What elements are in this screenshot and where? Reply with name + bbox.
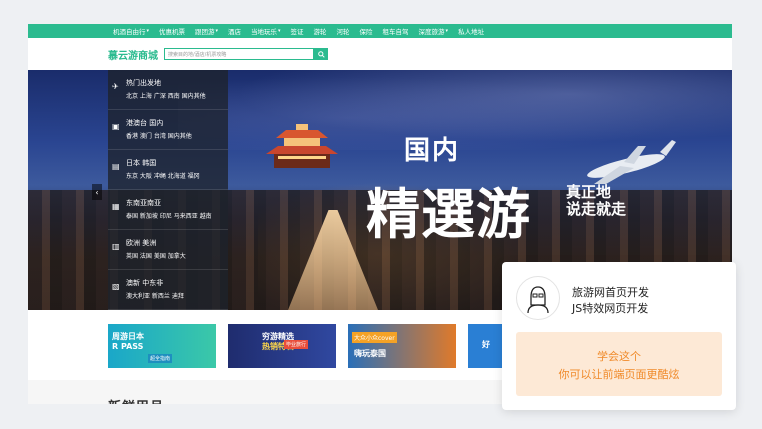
ticket-icon: ▥ — [112, 242, 120, 251]
avatar — [516, 276, 560, 320]
plane-icon: ✈ — [112, 82, 119, 91]
promo-title: 好 — [482, 340, 490, 349]
nav-item-label: 跟团游 — [195, 28, 215, 36]
nav-item[interactable]: 保险 — [355, 26, 378, 36]
destination-menu-item[interactable]: ▧ 澳新 中东非澳大利亚 新西兰 迪拜 — [108, 270, 228, 310]
destination-menu-cities: 澳大利亚 新西兰 迪拜 — [126, 293, 184, 300]
destination-menu-title: 日本 韩国 — [126, 159, 157, 167]
map-icon: ▦ — [112, 202, 120, 211]
chevron-down-icon: ▾ — [146, 28, 150, 34]
nav-item-label: 保险 — [359, 28, 373, 36]
destination-menu-cities: 英国 法国 美国 加拿大 — [126, 253, 186, 260]
suitcase-icon: ▣ — [112, 122, 120, 131]
person-illustration-icon — [527, 286, 549, 313]
destination-menu-item[interactable]: ▣ 港澳台 国内香港 澳门 台湾 国内其他 — [108, 110, 228, 150]
destination-menu-item[interactable]: ✈ 热门出发地北京 上海 广深 西南 国内其他 — [108, 70, 228, 110]
chevron-down-icon: ▾ — [215, 28, 219, 34]
nav-item-label: 租车自驾 — [382, 28, 409, 36]
promo-tag: 毕业旅行 — [284, 340, 309, 349]
nav-item-label: 机酒自由行 — [113, 28, 146, 36]
banner-subtitle: 国内 — [404, 136, 461, 166]
destination-menu-title: 东南亚南亚 — [126, 199, 161, 207]
top-navigation: 机酒自由行 ▾ 优惠机票 跟团游 ▾ 酒店 当地玩乐 ▾ 签证 游轮 河轮 保险 租车自驾 深度旅游 ▾ 私人… — [28, 24, 732, 38]
nav-item[interactable]: 河轮 — [332, 26, 355, 36]
destination-menu-item[interactable]: ▥ 欧洲 美洲英国 法国 美国 加拿大 — [108, 230, 228, 270]
promo-budget-picks[interactable]: 穷游精选 热销特辑 毕业旅行 — [228, 324, 336, 368]
nav-item[interactable]: 跟团游 ▾ — [190, 26, 223, 36]
nav-item-label: 私人地址 — [458, 28, 485, 36]
carousel-prev-button[interactable]: ‹ — [92, 184, 102, 200]
nav-item-label: 当地玩乐 — [251, 28, 278, 36]
promo-thailand[interactable]: 大众小众cover 嗨玩泰国 — [348, 324, 456, 368]
promo-japan-rail[interactable]: 周游日本 R PASS 超全指南 — [108, 324, 216, 368]
section-title: 新鲜甲月 — [108, 396, 164, 404]
nav-item-label: 深度旅游 — [418, 28, 445, 36]
nav-item-label: 酒店 — [228, 28, 242, 36]
nav-item[interactable]: 酒店 — [223, 26, 246, 36]
promo-line1: 周游日本 — [112, 332, 144, 341]
chevron-down-icon: ▾ — [278, 28, 281, 34]
card-note-line1: 学会这个 — [597, 350, 641, 363]
site-logo[interactable]: 慕云游商城 — [108, 47, 158, 62]
destination-menu-title: 澳新 中东非 — [126, 279, 164, 287]
photo-icon: ▤ — [112, 162, 120, 171]
promo-row: 周游日本 R PASS 超全指南 穷游精选 热销特辑 毕业旅行 大众小众cove… — [108, 324, 504, 368]
card-note: 学会这个 你可以让前端页面更酷炫 — [516, 332, 722, 396]
card-note-line2: 你可以让前端页面更酷炫 — [558, 368, 680, 381]
nav-item[interactable]: 游轮 — [309, 26, 332, 36]
chevron-down-icon: ▾ — [445, 28, 449, 34]
banner-slogan-line2: 说走就走 — [566, 200, 627, 218]
nav-item[interactable]: 私人地址 — [453, 26, 489, 36]
destination-menu-cities: 香港 澳门 台湾 国内其他 — [126, 133, 192, 140]
banner-slogan: 真正地 说走就走 — [566, 184, 626, 218]
promo-title: 嗨玩泰国 — [354, 349, 386, 358]
destination-menu-item[interactable]: ▦ 东南亚南亚泰国 新加坡 印尼 马来西亚 越南 — [108, 190, 228, 230]
card-title-line2: JS特效网页开发 — [572, 302, 649, 315]
nav-item[interactable]: 租车自驾 — [378, 26, 414, 36]
nav-item[interactable]: 机酒自由行 ▾ — [108, 26, 154, 36]
nav-item-label: 河轮 — [336, 28, 350, 36]
nav-item[interactable]: 当地玩乐 ▾ — [246, 26, 286, 36]
destination-menu-item[interactable]: ▤ 日本 韩国东京 大阪 冲绳 北海道 福冈 — [108, 150, 228, 190]
destination-menu-title: 港澳台 国内 — [126, 119, 164, 127]
nav-item[interactable]: 深度旅游 ▾ — [414, 26, 454, 36]
nav-item-label: 签证 — [290, 28, 304, 36]
search-button[interactable] — [314, 48, 328, 60]
search-icon — [317, 50, 325, 58]
site-header: 慕云游商城 搜索目的地/酒店/机票攻略 — [28, 38, 732, 70]
search-input[interactable]: 搜索目的地/酒店/机票攻略 — [164, 48, 314, 60]
destination-menu-title: 欧洲 美洲 — [126, 239, 157, 247]
destination-menu-cities: 北京 上海 广深 西南 国内其他 — [126, 93, 206, 100]
banner-title: 精選游 — [366, 183, 531, 246]
nav-item-label: 游轮 — [313, 28, 327, 36]
card-title-line1: 旅游网首页开发 — [572, 286, 649, 299]
destination-menu: ✈ 热门出发地北京 上海 广深 西南 国内其他 ▣ 港澳台 国内香港 澳门 台湾 国内… — [108, 70, 228, 310]
promo-line2: R PASS — [112, 342, 144, 351]
destination-menu-title: 热门出发地 — [126, 79, 161, 87]
banner-slogan-line1: 真正地 — [566, 183, 612, 201]
calendar-icon: ▧ — [112, 282, 120, 291]
promo-partial[interactable]: 好 — [468, 324, 504, 368]
course-popup-card[interactable]: 旅游网首页开发 JS特效网页开发 学会这个 你可以让前端页面更酷炫 — [502, 262, 736, 410]
promo-tag: 大众小众cover — [352, 332, 397, 343]
nav-item[interactable]: 优惠机票 — [154, 26, 190, 36]
pagoda-illustration — [266, 124, 338, 168]
promo-tag: 超全指南 — [148, 354, 173, 363]
promo-title: 周游日本 R PASS — [112, 332, 144, 352]
destination-menu-cities: 东京 大阪 冲绳 北海道 福冈 — [126, 173, 200, 180]
destination-menu-cities: 泰国 新加坡 印尼 马来西亚 越南 — [126, 213, 212, 220]
nav-item-label: 优惠机票 — [159, 28, 186, 36]
nav-item[interactable]: 签证 — [286, 26, 309, 36]
